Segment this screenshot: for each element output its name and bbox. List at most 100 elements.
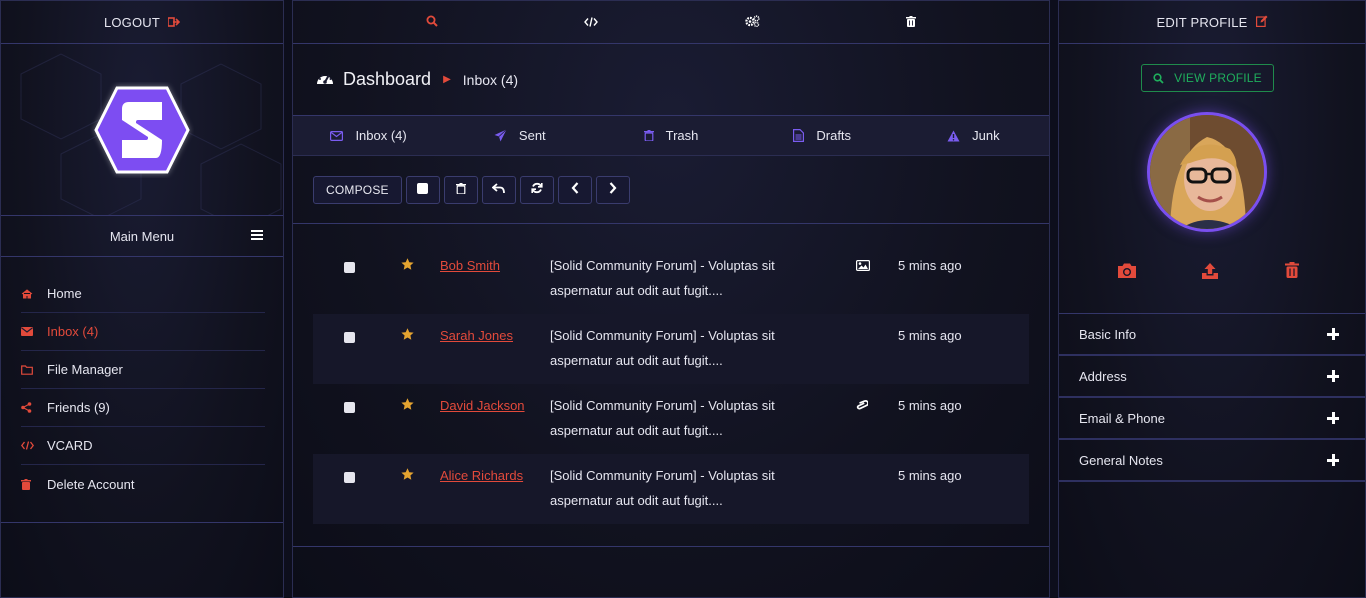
plus-icon[interactable] [1327,454,1339,466]
tab-label: Junk [972,128,1000,143]
sender-link[interactable]: Alice Richards [440,466,550,486]
subject-line: [Solid Community Forum] - Voluptas sit [550,468,775,483]
mail-subject[interactable]: [Solid Community Forum] - Voluptas sit as… [550,393,800,443]
view-profile-label: VIEW PROFILE [1174,71,1262,85]
trash-icon [643,130,654,141]
sidebar-item-delete-account[interactable]: Delete Account [21,465,265,503]
divider [293,546,1049,547]
sidebar-item-label: Home [47,286,82,301]
row-checkbox[interactable] [344,262,355,273]
subject-line: [Solid Community Forum] - Voluptas sit [550,398,775,413]
mail-time: 5 mins ago [898,328,962,343]
subject-line: aspernatur aut odit aut fugit.... [550,493,723,508]
logout-button[interactable]: LOGOUT [1,1,283,44]
row-checkbox[interactable] [344,472,355,483]
breadcrumb-arrow-icon: ▶ [443,74,451,85]
chevron-right-icon [609,182,617,197]
camera-icon[interactable] [1117,262,1137,282]
profile-sidebar: EDIT PROFILE VIEW PROFILE Basic Info Add… [1058,0,1366,598]
avatar[interactable] [1147,112,1267,232]
list-item[interactable]: Sarah Jones [Solid Community Forum] - Vo… [313,314,1029,384]
plus-icon[interactable] [1327,412,1339,424]
section-address[interactable]: Address [1059,356,1365,398]
star-icon[interactable] [401,258,415,273]
mail-subject[interactable]: [Solid Community Forum] - Voluptas sit as… [550,323,800,373]
sign-out-icon [167,15,181,30]
section-general-notes[interactable]: General Notes [1059,440,1365,482]
code-icon[interactable] [584,15,599,30]
mail-subject[interactable]: [Solid Community Forum] - Voluptas sit as… [550,253,800,303]
row-checkbox[interactable] [344,332,355,343]
subject-line: aspernatur aut odit aut fugit.... [550,283,723,298]
view-profile-button[interactable]: VIEW PROFILE [1141,64,1274,92]
trash-icon[interactable] [1285,262,1299,281]
hamburger-icon[interactable] [251,230,263,240]
section-email-phone[interactable]: Email & Phone [1059,398,1365,440]
reply-button[interactable] [481,175,516,204]
subject-line: [Solid Community Forum] - Voluptas sit [550,258,775,273]
breadcrumb[interactable]: Inbox (4) [463,72,518,88]
mail-time: 5 mins ago [898,468,962,483]
checkbox-icon [417,182,429,197]
list-item[interactable]: Alice Richards [Solid Community Forum] -… [313,454,1029,524]
star-icon[interactable] [401,328,415,343]
trash-icon [21,478,47,490]
gears-icon[interactable] [744,14,760,30]
delete-button[interactable] [443,175,478,204]
sender-link[interactable]: Bob Smith [440,256,550,276]
edit-profile-button[interactable]: EDIT PROFILE [1059,1,1365,44]
sender-link[interactable]: David Jackson [440,396,550,416]
tab-inbox[interactable]: Inbox (4) [293,128,444,143]
next-button[interactable] [595,175,630,204]
code-icon [21,441,47,450]
trash-icon[interactable] [905,15,916,30]
app-logo-icon[interactable] [90,82,194,178]
trash-icon [455,182,466,197]
select-all-button[interactable] [405,175,440,204]
sidebar-item-friends[interactable]: Friends (9) [21,389,265,427]
sidebar-item-file-manager[interactable]: File Manager [21,351,265,389]
tab-drafts[interactable]: Drafts [747,128,898,143]
compose-button[interactable]: COMPOSE [313,175,402,204]
refresh-button[interactable] [519,175,554,204]
tab-label: Trash [665,128,699,143]
sidebar-item-inbox[interactable]: Inbox (4) [21,313,265,351]
mail-time: 5 mins ago [898,398,962,413]
mail-time: 5 mins ago [898,258,962,273]
page-header: Dashboard ▶ Inbox (4) [293,44,1049,116]
divider [1,522,283,523]
upload-icon[interactable] [1201,262,1219,283]
plus-icon[interactable] [1327,370,1339,382]
main-menu: Home Inbox (4) File Manager Friends (9) … [1,257,283,503]
list-item[interactable]: Bob Smith [Solid Community Forum] - Volu… [313,244,1029,314]
mail-subject[interactable]: [Solid Community Forum] - Voluptas sit as… [550,463,800,513]
chevron-left-icon [571,182,579,197]
logout-label: LOGOUT [103,14,161,30]
page-title: Dashboard [343,69,432,89]
star-icon[interactable] [401,468,415,483]
top-icon-bar [293,1,1049,44]
tab-trash[interactable]: Trash [595,128,746,143]
previous-button[interactable] [557,175,592,204]
sidebar-item-label: Inbox (4) [47,324,99,339]
subject-line: aspernatur aut odit aut fugit.... [550,353,723,368]
plus-icon[interactable] [1327,328,1339,340]
section-basic-info[interactable]: Basic Info [1059,314,1365,356]
tab-label: Inbox (4) [355,128,407,143]
row-checkbox[interactable] [344,402,355,413]
search-icon [1153,72,1164,84]
sidebar-item-vcard[interactable]: VCARD [21,427,265,465]
star-icon[interactable] [401,398,415,413]
tab-sent[interactable]: Sent [444,128,595,143]
sidebar-item-home[interactable]: Home [21,275,265,313]
folder-icon [21,364,47,375]
sender-link[interactable]: Sarah Jones [440,326,550,346]
reply-icon [491,182,506,197]
search-icon[interactable] [426,15,438,30]
list-item[interactable]: David Jackson [Solid Community Forum] - … [313,384,1029,454]
share-icon [21,402,47,413]
envelope-icon [21,327,47,336]
sidebar-item-label: File Manager [47,362,123,377]
refresh-icon [531,182,543,197]
tab-junk[interactable]: Junk [898,128,1049,143]
